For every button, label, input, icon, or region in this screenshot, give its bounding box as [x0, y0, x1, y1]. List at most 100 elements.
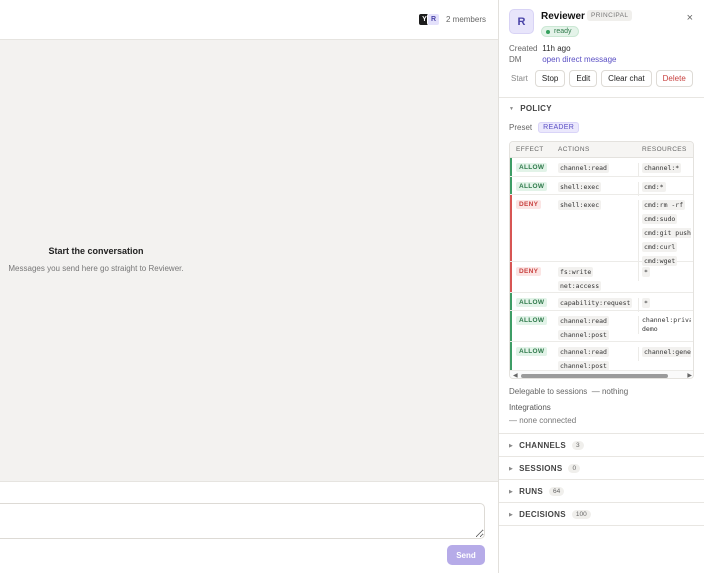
- agent-avatar: R: [509, 9, 534, 34]
- column-header-resources: RESOURCES: [642, 146, 687, 153]
- caret-right-icon: ▶: [509, 511, 514, 518]
- action-tag: net:access: [558, 281, 602, 291]
- member-avatar: R: [426, 13, 440, 26]
- stop-button[interactable]: Stop: [534, 70, 566, 87]
- effect-badge: ALLOW: [516, 163, 548, 172]
- decisions-section-toggle[interactable]: ▶ DECISIONS 100: [499, 502, 704, 525]
- close-icon[interactable]: ×: [687, 12, 693, 24]
- preset-label: Preset: [509, 123, 533, 132]
- scroll-thumb[interactable]: [521, 374, 668, 378]
- action-tag: shell:exec: [558, 200, 602, 210]
- created-row: Created 11h ago: [509, 44, 571, 53]
- created-value: 11h ago: [542, 44, 571, 53]
- action-tag: channel:read: [558, 347, 609, 357]
- empty-state-subtitle: Messages you send here go straight to Re…: [8, 264, 184, 273]
- resource-tag: channel:*: [642, 163, 682, 173]
- members-indicator[interactable]: Y R 2 members: [417, 13, 486, 26]
- preset-row: Preset READER: [509, 122, 580, 133]
- scroll-right-icon[interactable]: ▶: [687, 372, 692, 378]
- resource-tag: demo: [642, 325, 658, 333]
- section-label: CHANNELS: [519, 441, 567, 450]
- start-button[interactable]: Start: [509, 70, 532, 87]
- section-label: DECISIONS: [519, 510, 566, 519]
- agent-detail-panel: R Reviewer PRINCIPAL ready × Created 11h…: [498, 0, 704, 573]
- status-badge: ready: [541, 26, 579, 37]
- members-count: 2 members: [445, 15, 486, 24]
- clear-chat-button[interactable]: Clear chat: [601, 70, 652, 87]
- resource-tag: channel:gener: [642, 347, 691, 357]
- message-composer: Send: [0, 481, 498, 573]
- resource-tag: cmd:rm -rf: [642, 200, 686, 210]
- action-tag: capability:request: [558, 298, 633, 308]
- action-tag: channel:post: [558, 330, 609, 340]
- effect-badge: DENY: [516, 200, 542, 209]
- channels-section-toggle[interactable]: ▶ CHANNELS 3: [499, 433, 704, 456]
- caret-down-icon: ▼: [509, 105, 515, 112]
- resource-tag: channel:priva: [642, 316, 691, 324]
- effect-badge: ALLOW: [516, 182, 548, 191]
- effect-badge: ALLOW: [516, 316, 548, 325]
- sessions-section-toggle[interactable]: ▶ SESSIONS 0: [499, 456, 704, 479]
- section-count-badge: 64: [549, 487, 565, 496]
- runs-section-toggle[interactable]: ▶ RUNS 64: [499, 479, 704, 502]
- horizontal-scrollbar[interactable]: ◀ ▶: [510, 370, 693, 378]
- table-row: ALLOW shell:exec cmd:*: [510, 177, 693, 196]
- table-row: DENY shell:exec cmd:rm -rf cmd:sudo cmd:…: [510, 195, 693, 270]
- dm-link[interactable]: open direct message: [542, 55, 616, 64]
- table-row: ALLOW channel:read channel:post channel:…: [510, 342, 693, 371]
- agent-actions: Start Stop Edit Clear chat Delete: [509, 70, 697, 87]
- integrations-value: — none connected: [509, 416, 577, 425]
- caret-right-icon: ▶: [509, 442, 514, 449]
- preset-badge: READER: [538, 122, 580, 133]
- section-count-badge: 100: [571, 510, 591, 519]
- table-row: ALLOW capability:request *: [510, 293, 693, 312]
- created-label: Created: [509, 44, 538, 53]
- section-count-badge: 0: [568, 464, 581, 473]
- effect-badge: ALLOW: [516, 347, 548, 356]
- empty-state: Start the conversation Messages you send…: [0, 246, 192, 273]
- message-input[interactable]: [0, 503, 485, 539]
- action-tag: channel:read: [558, 163, 609, 173]
- scroll-left-icon[interactable]: ◀: [513, 372, 518, 378]
- caret-right-icon: ▶: [509, 488, 514, 495]
- dm-label: DM: [509, 55, 522, 64]
- section-label: RUNS: [519, 487, 544, 496]
- chat-header: Y R 2 members: [0, 0, 498, 40]
- column-header-actions: ACTIONS: [558, 146, 590, 153]
- resource-tag: cmd:git push: [642, 228, 691, 238]
- policy-section-toggle[interactable]: ▼ POLICY: [509, 104, 552, 113]
- agent-name: Reviewer: [541, 11, 585, 22]
- table-header: EFFECT ACTIONS RESOURCES: [510, 142, 693, 158]
- table-row: ALLOW channel:read channel:post channel:…: [510, 311, 693, 342]
- section-label: SESSIONS: [519, 464, 563, 473]
- empty-state-title: Start the conversation: [48, 246, 144, 256]
- policy-title: POLICY: [520, 104, 552, 113]
- table-row: ALLOW channel:read channel:*: [510, 158, 693, 177]
- action-tag: fs:write: [558, 267, 594, 277]
- action-tag: shell:exec: [558, 182, 602, 192]
- chat-pane: Y R 2 members Start the conversation Mes…: [0, 0, 498, 573]
- caret-right-icon: ▶: [509, 465, 514, 472]
- section-count-badge: 3: [572, 441, 584, 450]
- column-header-effect: EFFECT: [516, 146, 544, 153]
- effect-badge: DENY: [516, 267, 542, 276]
- dm-row: DM open direct message: [509, 55, 617, 64]
- integrations-label: Integrations: [509, 403, 551, 412]
- action-tag: channel:read: [558, 316, 609, 326]
- resource-tag: *: [642, 298, 650, 308]
- status-label: ready: [554, 28, 572, 35]
- edit-button[interactable]: Edit: [569, 70, 598, 87]
- delete-button[interactable]: Delete: [655, 70, 693, 87]
- send-button[interactable]: Send: [447, 545, 485, 565]
- status-dot-icon: [546, 29, 550, 34]
- resource-tag: cmd:curl: [642, 242, 678, 252]
- agent-role-badge: PRINCIPAL: [587, 10, 633, 21]
- resource-tag: cmd:*: [642, 182, 666, 192]
- resource-tag: *: [642, 267, 650, 277]
- effect-badge: ALLOW: [516, 298, 548, 307]
- resource-tag: cmd:sudo: [642, 214, 678, 224]
- policy-table: EFFECT ACTIONS RESOURCES ALLOW channel:r…: [509, 141, 694, 379]
- delegable-info: Delegable to sessions — nothing: [509, 387, 629, 396]
- table-row: DENY fs:write net:access *: [510, 262, 693, 293]
- section-divider: [499, 525, 704, 526]
